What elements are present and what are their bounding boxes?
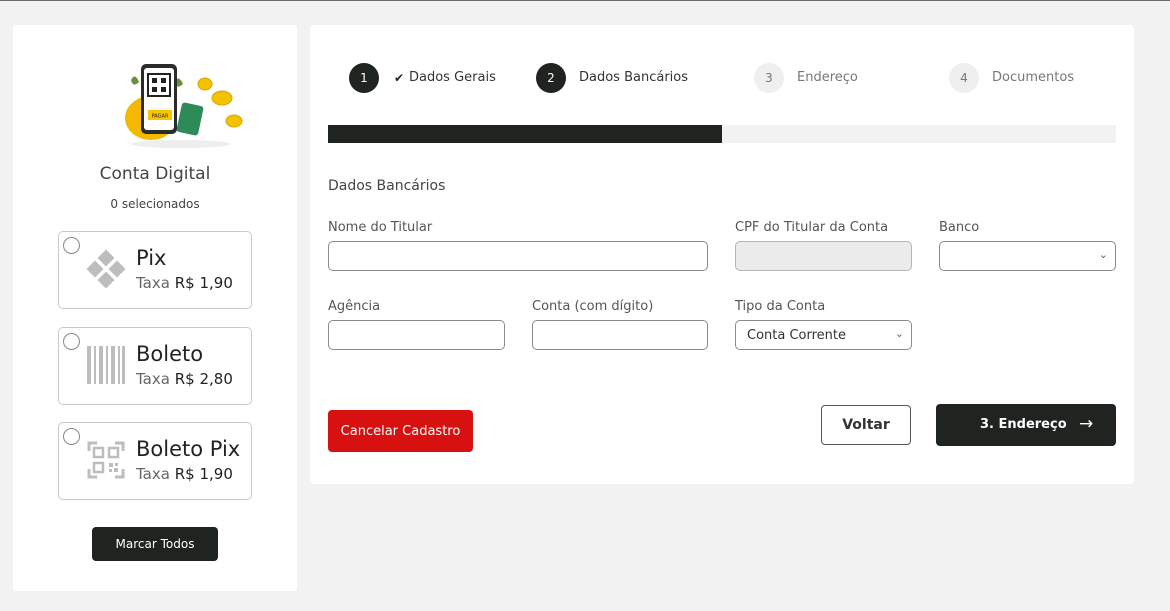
main-panel: 1 ✔ Dados Gerais 2 Dados Bancários 3 End… [310, 25, 1134, 484]
chevron-down-icon: ⌄ [894, 327, 904, 340]
section-title: Dados Bancários [328, 178, 446, 194]
agency-input[interactable] [328, 320, 505, 350]
holder-name-input[interactable] [328, 241, 708, 271]
mark-all-button[interactable]: Marcar Todos [92, 527, 218, 561]
svg-text:PAGAR: PAGAR [152, 114, 169, 120]
phone-payment-illustration: PAGAR [125, 64, 243, 148]
bank-select[interactable]: ⌄ [939, 241, 1116, 271]
check-icon: ✔ [394, 71, 405, 85]
agency-label: Agência [328, 299, 381, 314]
payment-fee: Taxa R$ 1,90 [136, 274, 233, 292]
boleto-radio[interactable] [63, 333, 80, 350]
payment-option-boleto[interactable]: Boleto Taxa R$ 2,80 [58, 327, 252, 405]
payment-option-pix[interactable]: Pix Taxa R$ 1,90 [58, 231, 252, 309]
account-type-value: Conta Corrente [747, 327, 847, 343]
holder-name-label: Nome do Titular [328, 220, 433, 235]
account-label: Conta (com dígito) [532, 299, 654, 314]
pix-radio[interactable] [63, 237, 80, 254]
payment-name: Boleto [136, 342, 204, 366]
qr-code-icon [87, 441, 125, 479]
account-type-select[interactable]: Conta Corrente ⌄ [735, 320, 912, 350]
payment-fee: Taxa R$ 2,80 [136, 370, 233, 388]
wizard-progress-bar [328, 125, 1116, 143]
holder-cpf-input [735, 241, 912, 271]
account-type-label: Tipo da Conta [735, 299, 826, 314]
step-number: 1 [349, 63, 379, 93]
step-number: 2 [536, 63, 566, 93]
left-panel: PAGAR Conta Digital 0 selecionados Pix T… [13, 25, 297, 591]
holder-cpf-label: CPF do Titular da Conta [735, 220, 889, 235]
selected-count: 0 selecionados [110, 197, 200, 211]
back-button[interactable]: Voltar [821, 405, 911, 445]
cancel-registration-button[interactable]: Cancelar Cadastro [328, 410, 473, 452]
payment-option-boleto-pix[interactable]: Boleto Pix Taxa R$ 1,90 [58, 422, 252, 500]
pix-icon [86, 249, 126, 289]
wizard-progress-fill [328, 125, 722, 143]
bank-label: Banco [939, 220, 980, 235]
payment-fee: Taxa R$ 1,90 [136, 465, 233, 483]
step-label: Endereço [797, 70, 858, 85]
chevron-down-icon: ⌄ [1098, 248, 1108, 261]
barcode-icon [87, 346, 125, 384]
payment-name: Boleto Pix [136, 437, 241, 461]
arrow-right-icon: → [1079, 414, 1094, 434]
step-label: Dados Bancários [579, 70, 689, 85]
panel-title: Conta Digital [99, 164, 211, 184]
payment-name: Pix [136, 246, 167, 270]
step-number: 3 [754, 63, 784, 93]
step-label: Dados Gerais [409, 70, 496, 85]
step-number: 4 [949, 63, 979, 93]
boleto-pix-radio[interactable] [63, 428, 80, 445]
next-step-button[interactable]: 3. Endereço → [936, 404, 1116, 446]
step-label: Documentos [992, 70, 1075, 85]
account-input[interactable] [532, 320, 708, 350]
next-step-label: 3. Endereço [980, 417, 1067, 432]
